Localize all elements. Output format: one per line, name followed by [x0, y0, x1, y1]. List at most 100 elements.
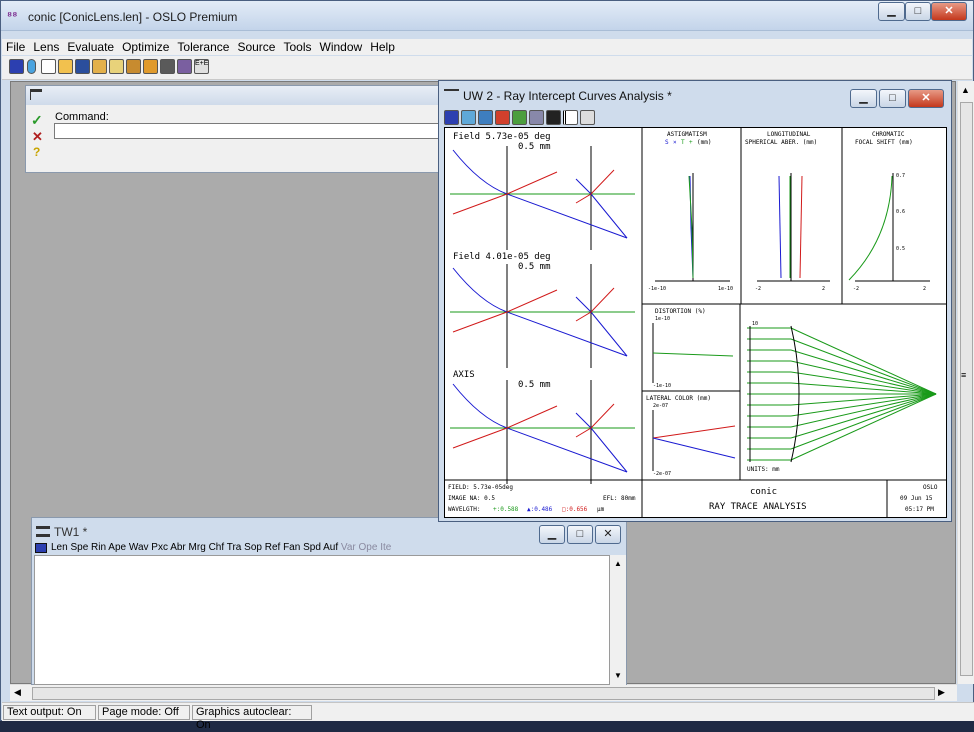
tw-btn-chf[interactable]: Chf	[209, 542, 225, 553]
menu-tools[interactable]: Tools	[279, 39, 315, 55]
uw-maximize-button[interactable]: □	[879, 89, 906, 108]
distortion-bottom: -1e-10	[653, 383, 671, 389]
lsa-xmin: -2	[755, 286, 761, 292]
x-icon[interactable]: ✕	[32, 129, 43, 145]
question-icon[interactable]: ?	[33, 145, 40, 159]
status-bar: Text output: On Page mode: Off Graphics …	[2, 702, 974, 731]
tw-minimize-button[interactable]: ▁	[539, 525, 565, 544]
minimize-button[interactable]: ▁	[878, 2, 905, 21]
astig-legend-s: S	[665, 139, 669, 146]
cfs-xmin: -2	[853, 286, 859, 292]
horizontal-scrollbar[interactable]: ◀ ▶	[10, 684, 957, 701]
tw-btn-ite[interactable]: Ite	[380, 542, 391, 553]
tw-btn-ope[interactable]: Ope	[359, 542, 378, 553]
open-icon[interactable]	[58, 59, 73, 74]
edit-icon[interactable]	[92, 59, 107, 74]
gears-icon[interactable]	[143, 59, 158, 74]
footer-w1: +:0.588	[493, 506, 519, 513]
tw-btn-auf[interactable]: Auf	[323, 542, 338, 553]
vertical-scrollbar[interactable]: ▲ ≡	[957, 81, 974, 684]
tw-btn-pxc[interactable]: Pxc	[151, 542, 168, 553]
catalog-icon[interactable]	[126, 59, 141, 74]
field-label-1: Field 5.73e-05 deg	[453, 132, 551, 142]
save-icon[interactable]	[75, 59, 90, 74]
tw-lens-icon[interactable]	[35, 543, 47, 553]
tw-btn-var[interactable]: Var	[341, 542, 356, 553]
menu-help[interactable]: Help	[366, 39, 399, 55]
astig-legend-x: ×	[673, 139, 677, 146]
tw-btn-ref[interactable]: Ref	[265, 542, 281, 553]
status-page-mode[interactable]: Page mode: Off	[98, 705, 190, 720]
lsa-blue-curve	[778, 175, 782, 279]
distortion-title: DISTORTION (%)	[655, 308, 706, 315]
uw-settings-icon[interactable]	[580, 110, 595, 125]
layout-ray-out	[790, 393, 937, 461]
latcol-red	[652, 425, 736, 439]
tw-btn-mrg[interactable]: Mrg	[189, 542, 206, 553]
menu-lens[interactable]: Lens	[29, 39, 63, 55]
tw-restore-button[interactable]: □	[567, 525, 593, 544]
title-bar: ⁸⁸ conic [ConicLens.len] - OSLO Premium …	[1, 1, 973, 31]
uw-sphere-icon[interactable]	[478, 110, 493, 125]
uw-psf-icon[interactable]	[546, 110, 561, 125]
maximize-button[interactable]: □	[905, 2, 931, 21]
menu-evaluate[interactable]: Evaluate	[63, 39, 118, 55]
close-button[interactable]: ✕	[931, 2, 967, 21]
uw-lens-data-icon[interactable]	[444, 110, 459, 125]
tw-btn-ape[interactable]: Ape	[108, 542, 126, 553]
uw-ray-icon[interactable]	[461, 110, 476, 125]
lsa-red-curve	[799, 175, 803, 279]
notes-icon[interactable]	[109, 59, 124, 74]
people-icon[interactable]	[177, 59, 192, 74]
text-window-tw1: TW1 * ▁ □ ✕ Len Spe Rin Ape Wav Pxc Abr …	[31, 517, 627, 685]
layout-units: UNITS: mm	[747, 466, 780, 473]
e-hi-icon[interactable]: E+E	[194, 59, 209, 74]
new-icon[interactable]	[41, 59, 56, 74]
uw-close-button[interactable]: ✕	[908, 89, 944, 108]
footer-time: 05:17 PM	[905, 506, 934, 513]
tw-btn-fan[interactable]: Fan	[283, 542, 300, 553]
uw-grid-icon[interactable]	[512, 110, 527, 125]
menu-optimize[interactable]: Optimize	[118, 39, 173, 55]
menu-window[interactable]: Window	[316, 39, 367, 55]
tw-btn-abr[interactable]: Abr	[170, 542, 186, 553]
cfs-title-1: CHROMATIC	[872, 131, 905, 138]
footer-na: IMAGE NA: 0.5	[448, 495, 495, 502]
sagittal-curve-red	[575, 169, 615, 204]
tw-close-button[interactable]: ✕	[595, 525, 621, 544]
layout-ray-out	[790, 327, 937, 395]
tw-text-area[interactable]	[34, 555, 610, 685]
uw-wave-icon[interactable]	[529, 110, 544, 125]
status-graphics-autoclear[interactable]: Graphics autoclear: On	[192, 705, 312, 731]
layout-ray-out	[790, 338, 937, 395]
tw-btn-wav[interactable]: Wav	[129, 542, 149, 553]
uw-minimize-button[interactable]: ▁	[850, 89, 877, 108]
lateral-color-bottom: -2e-07	[653, 471, 671, 477]
footer-analysis-name: RAY TRACE ANALYSIS	[709, 502, 807, 512]
tw-btn-spd[interactable]: Spd	[303, 542, 321, 553]
tw-btn-spe[interactable]: Spe	[70, 542, 88, 553]
distortion-curve	[652, 352, 734, 357]
layout-ray-out	[790, 382, 937, 395]
footer-w3: □:0.656	[562, 506, 588, 513]
cfs-curve	[848, 175, 893, 281]
status-text-output[interactable]: Text output: On	[3, 705, 96, 720]
lens-data-icon[interactable]	[9, 59, 24, 74]
menu-file[interactable]: File	[2, 39, 29, 55]
menu-tolerance[interactable]: Tolerance	[173, 39, 233, 55]
scroll-thumb[interactable]	[960, 102, 973, 676]
tw-scrollbar[interactable]: ▲ ▼	[610, 555, 626, 685]
tw-btn-tra[interactable]: Tra	[227, 542, 242, 553]
checkmark-icon[interactable]: ✓	[31, 112, 43, 129]
h-scroll-thumb[interactable]	[32, 687, 935, 700]
uw-mtf-icon[interactable]	[563, 110, 578, 125]
lateral-color-title: LATERAL COLOR (mm)	[646, 395, 711, 402]
tw-btn-sop[interactable]: Sop	[244, 542, 262, 553]
tw-btn-rin[interactable]: Rin	[91, 542, 106, 553]
tw-btn-len[interactable]: Len	[51, 542, 68, 553]
uw-spot-icon[interactable]	[495, 110, 510, 125]
ray-trace-analysis-plot: Field 5.73e-05 deg 0.5 mm Field 4.01e-05…	[444, 127, 947, 518]
book-icon[interactable]	[160, 59, 175, 74]
menu-source[interactable]: Source	[233, 39, 279, 55]
lens-icon[interactable]	[27, 59, 36, 74]
